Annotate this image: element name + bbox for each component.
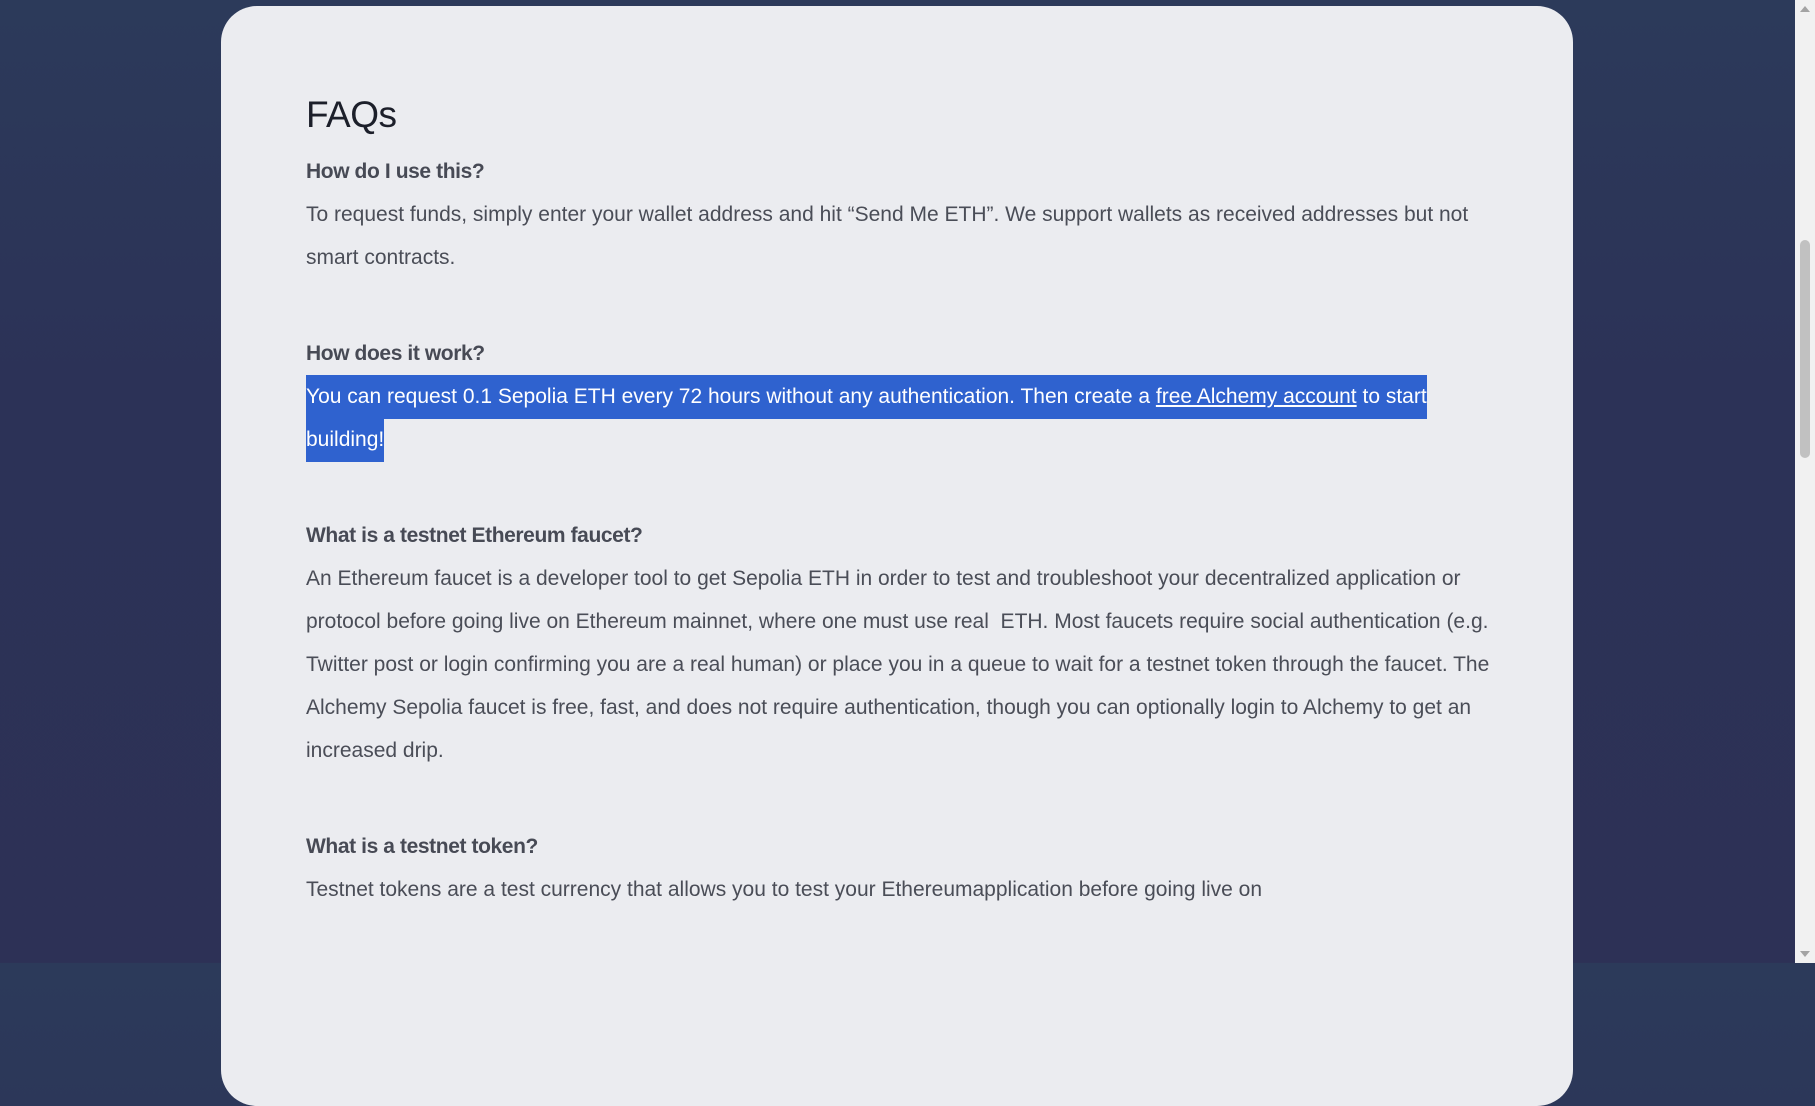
faq-question: What is a testnet Ethereum faucet? [306, 524, 643, 547]
scroll-up-arrow-icon[interactable] [1800, 6, 1810, 12]
page-scrollbar[interactable] [1795, 0, 1815, 963]
faq-item: What is a testnet Ethereum faucet? An Et… [306, 514, 1501, 772]
faq-answer: To request funds, simply enter your wall… [306, 203, 1469, 269]
faq-answer: You can request 0.1 Sepolia ETH every 72… [306, 375, 1501, 462]
faq-question: How does it work? [306, 342, 485, 365]
answer-text: You can request 0.1 Sepolia ETH every 72… [306, 385, 1156, 408]
faq-item: How does it work? You can request 0.1 Se… [306, 332, 1501, 462]
free-alchemy-account-link[interactable]: free Alchemy account [1156, 385, 1357, 408]
faq-title: FAQs [306, 94, 397, 135]
faq-answer: Testnet tokens are a test currency that … [306, 878, 1263, 901]
faq-item: What is a testnet token? Testnet tokens … [306, 825, 1501, 911]
scroll-down-arrow-icon[interactable] [1800, 951, 1810, 957]
selected-text: You can request 0.1 Sepolia ETH every 72… [306, 375, 1427, 462]
faq-section: FAQs How do I use this? To request funds… [306, 88, 1501, 964]
faq-panel: FAQs How do I use this? To request funds… [221, 6, 1573, 1106]
faq-question: What is a testnet token? [306, 835, 538, 858]
scrollbar-thumb[interactable] [1800, 240, 1810, 458]
faq-answer: An Ethereum faucet is a developer tool t… [306, 567, 1494, 762]
faq-item: How do I use this? To request funds, sim… [306, 150, 1501, 279]
faq-question: How do I use this? [306, 160, 485, 183]
